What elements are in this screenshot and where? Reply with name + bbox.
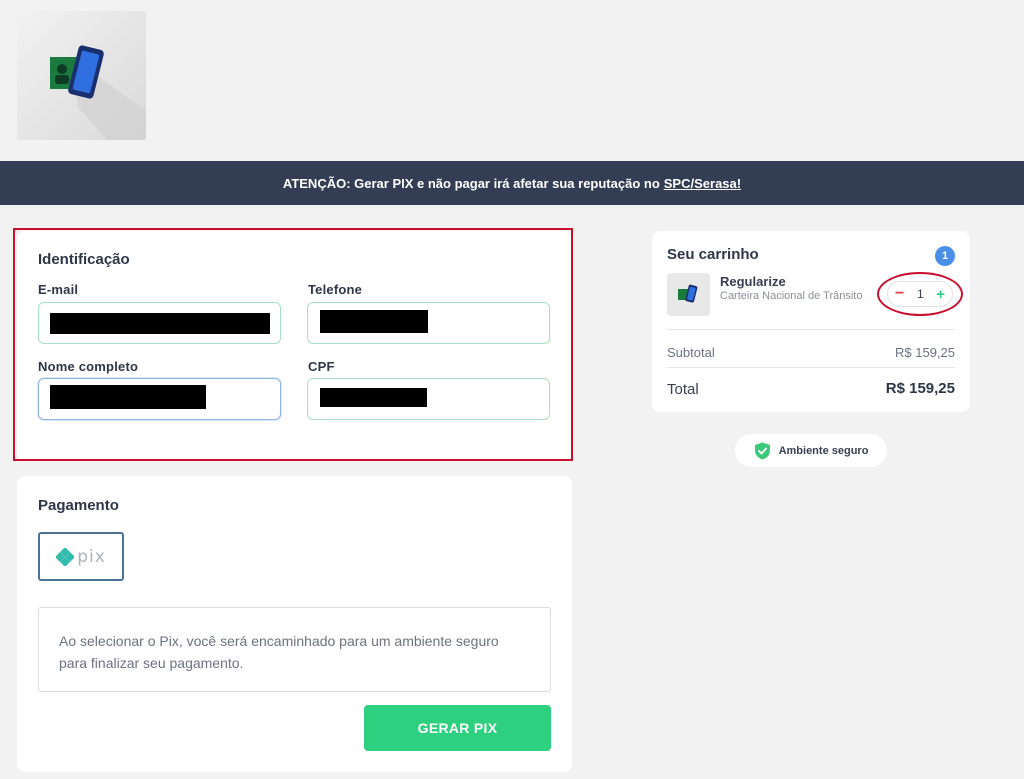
- cart-count-badge: 1: [935, 246, 955, 266]
- payment-title: Pagamento: [38, 497, 119, 514]
- shield-check-icon: [754, 442, 770, 459]
- quantity-stepper: − 1 +: [887, 281, 953, 307]
- product-description: Carteira Nacional de Trânsito: [720, 290, 863, 302]
- pix-info-box: Ao selecionar o Pix, você será encaminha…: [38, 607, 551, 692]
- redacted-value: [320, 310, 428, 333]
- spc-serasa-link[interactable]: SPC/Serasa!: [664, 176, 741, 191]
- pix-option-label: pix: [77, 546, 106, 567]
- email-label: E-mail: [38, 282, 79, 297]
- quantity-value: 1: [916, 287, 924, 301]
- cart-divider: [667, 367, 955, 368]
- warning-text: ATENÇÃO: Gerar PIX e não pagar irá afeta…: [282, 175, 660, 191]
- minus-icon[interactable]: −: [895, 286, 904, 302]
- redacted-value: [50, 385, 206, 409]
- cpf-field[interactable]: [307, 378, 550, 420]
- subtotal-value: R$ 159,25: [895, 345, 955, 360]
- store-logo: [17, 11, 146, 140]
- total-label: Total: [667, 381, 699, 398]
- cart-title: Seu carrinho: [667, 246, 759, 263]
- plus-icon[interactable]: +: [936, 287, 945, 302]
- redacted-value: [50, 313, 270, 334]
- pix-icon: [56, 547, 75, 566]
- product-name: Regularize: [720, 274, 786, 289]
- cart-divider: [667, 329, 955, 330]
- subtotal-label: Subtotal: [667, 345, 715, 360]
- total-value: R$ 159,25: [885, 380, 955, 397]
- generate-pix-button[interactable]: GERAR PIX: [364, 705, 551, 751]
- email-field[interactable]: [38, 302, 281, 344]
- pix-payment-option[interactable]: pix: [38, 532, 124, 581]
- fullname-label: Nome completo: [38, 359, 139, 374]
- secure-environment-badge: Ambiente seguro: [735, 434, 887, 467]
- phone-field[interactable]: [307, 302, 550, 344]
- product-thumbnail: [667, 273, 710, 316]
- warning-banner: ATENÇÃO: Gerar PIX e não pagar irá afeta…: [0, 161, 1024, 205]
- phone-label: Telefone: [308, 282, 363, 297]
- redacted-value: [320, 388, 427, 407]
- secure-label: Ambiente seguro: [778, 444, 869, 457]
- fullname-field[interactable]: [38, 378, 281, 420]
- cpf-label: CPF: [308, 359, 335, 374]
- identification-title: Identificação: [38, 251, 130, 268]
